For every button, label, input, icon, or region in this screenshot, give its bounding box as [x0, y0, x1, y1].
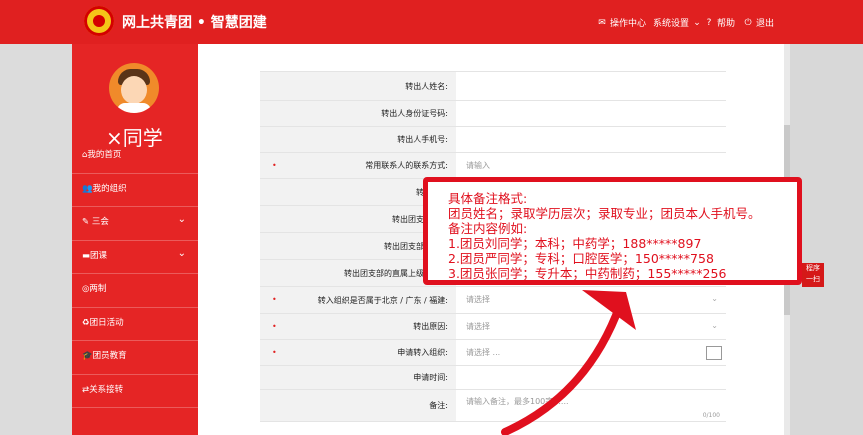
- side-tag[interactable]: 程序 一扫: [802, 263, 824, 287]
- annotation-arrow: [501, 290, 636, 435]
